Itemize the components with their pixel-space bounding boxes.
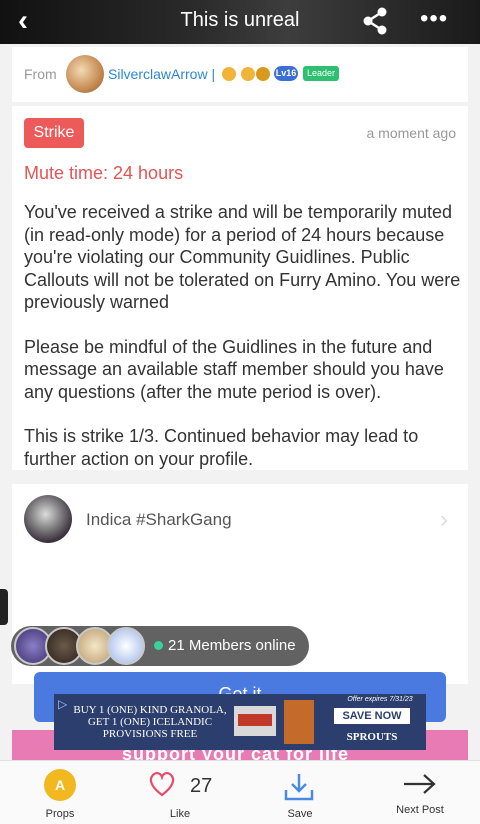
timestamp: a moment ago — [366, 125, 457, 141]
level-badge: Lv16 — [274, 66, 298, 81]
side-drawer-handle[interactable] — [0, 589, 8, 625]
ad-info-icon[interactable]: ▷ — [58, 697, 67, 711]
top-bar: ‹ This is unreal ••• — [0, 0, 480, 44]
bottom-action-bar: A Props 27 Like Save Next Post — [0, 760, 480, 824]
chevron-right-icon[interactable]: › — [440, 506, 448, 534]
members-online-text[interactable]: 21 Members online — [168, 637, 296, 654]
ad-product-image — [284, 700, 314, 744]
ad-brand: SPROUTS — [346, 731, 398, 743]
heart-icon[interactable] — [147, 769, 177, 799]
leader-badge: Leader — [303, 66, 340, 81]
strike-message: You've received a strike and will be tem… — [24, 201, 464, 492]
strike-notice-card: Strike a moment ago Mute time: 24 hours … — [12, 106, 468, 470]
author-username-link[interactable]: SilverclawArrow | — [108, 66, 215, 82]
ad-headline: BUY 1 (ONE) KIND GRANOLA, GET 1 (ONE) IC… — [73, 704, 227, 740]
avatar[interactable] — [66, 55, 104, 93]
from-label: From — [24, 66, 57, 82]
ad-offer: Offer expires 7/31/23 — [347, 696, 413, 703]
like-count: 27 — [190, 775, 213, 797]
arrow-right-icon[interactable] — [402, 771, 438, 797]
ad-product-image — [234, 706, 276, 736]
save-label[interactable]: Save — [280, 808, 320, 820]
ad-cta-button[interactable]: SAVE NOW — [334, 708, 410, 724]
member-avatar[interactable] — [107, 627, 145, 665]
gold-badge-icon — [256, 67, 270, 81]
gold-badge-icon — [222, 67, 236, 81]
from-card: From SilverclawArrow | Lv16 Leader — [12, 47, 468, 102]
page-title: This is unreal — [180, 9, 300, 31]
author-name[interactable]: Indica #SharkGang — [86, 510, 232, 530]
avatar[interactable] — [24, 495, 72, 543]
strike-paragraph: You've received a strike and will be tem… — [24, 202, 461, 312]
share-icon[interactable] — [362, 7, 388, 35]
like-label[interactable]: Like — [160, 808, 200, 820]
gold-badge-icon — [241, 67, 255, 81]
strike-paragraph: Please be mindful of the Guidlines in th… — [24, 336, 444, 402]
download-icon[interactable] — [283, 772, 315, 802]
strike-tag: Strike — [24, 118, 84, 148]
next-post-label[interactable]: Next Post — [388, 804, 452, 816]
ad-banner[interactable]: ▷ BUY 1 (ONE) KIND GRANOLA, GET 1 (ONE) … — [54, 694, 426, 750]
props-coin-icon[interactable]: A — [44, 769, 76, 801]
mute-time: Mute time: 24 hours — [24, 163, 184, 183]
online-indicator — [154, 641, 163, 650]
strike-paragraph: This is strike 1/3. Continued behavior m… — [24, 426, 419, 469]
props-label[interactable]: Props — [38, 808, 82, 820]
more-dots-icon[interactable]: ••• — [420, 6, 448, 32]
